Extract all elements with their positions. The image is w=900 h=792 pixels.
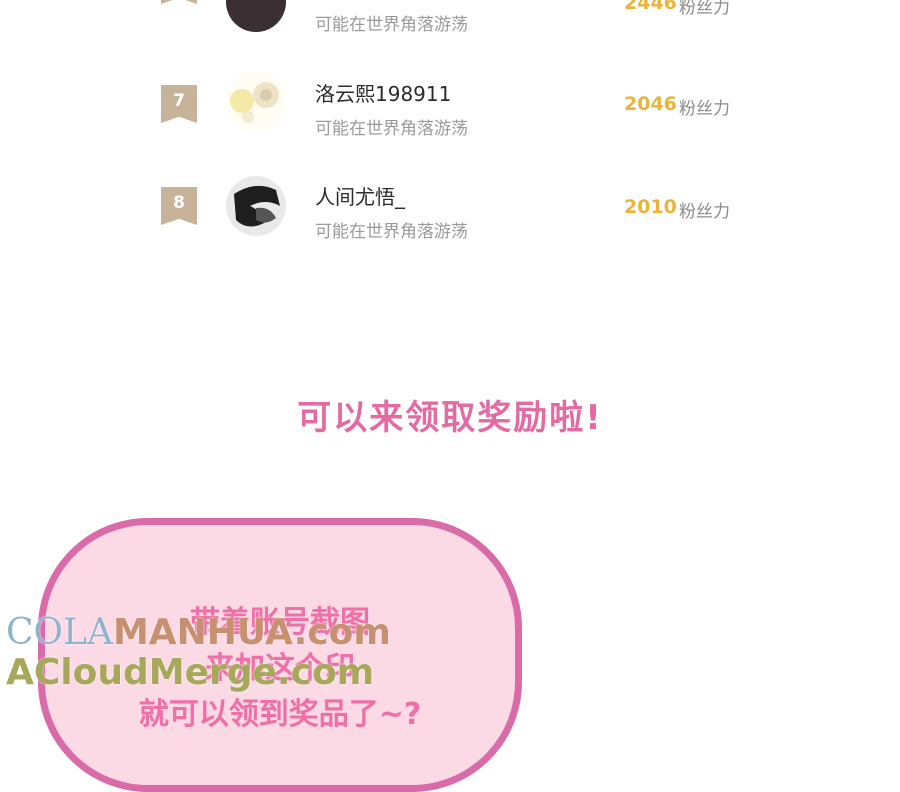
rank-badge: 6: [161, 0, 197, 4]
watermark-site: MANHUA.com: [112, 612, 391, 653]
fan-score: 2446: [624, 0, 677, 14]
watermark-prefix: COLA: [6, 612, 113, 653]
list-item: 7 洛云熙198911 可能在世界角落游荡 2046 粉丝力: [0, 56, 900, 146]
list-item: 6 可能在世界角落游荡 2446 粉丝力: [0, 0, 900, 46]
fan-score-unit: 粉丝力: [679, 0, 730, 18]
avatar-image: [234, 185, 280, 227]
user-subtitle: 可能在世界角落游荡: [315, 15, 468, 35]
user-name[interactable]: 洛云熙198911: [315, 78, 451, 107]
watermark: COLAMANHUA.com: [6, 612, 391, 653]
avatar[interactable]: [226, 71, 286, 131]
avatar-image: [230, 82, 279, 123]
user-name[interactable]: 人间尤悟_: [315, 181, 405, 210]
avatar[interactable]: [226, 0, 286, 32]
list-item: 8 人间尤悟_ 可能在世界角落游荡 2010 粉丝力: [0, 160, 900, 250]
bubble-line: 就可以领到奖品了~?: [138, 697, 422, 732]
fan-score: 2046: [624, 93, 677, 115]
user-subtitle: 可能在世界角落游荡: [315, 222, 468, 242]
reward-headline: 可以来领取奖励啦!: [297, 398, 603, 438]
fan-score-unit: 粉丝力: [679, 202, 730, 222]
fan-score: 2010: [624, 196, 677, 218]
user-subtitle: 可能在世界角落游荡: [315, 119, 468, 139]
rank-badge: 8: [161, 187, 197, 225]
rank-badge: 7: [161, 85, 197, 123]
fan-score-unit: 粉丝力: [679, 99, 730, 119]
watermark-secondary: ACloudMerge.com: [6, 652, 375, 693]
avatar[interactable]: [226, 176, 286, 236]
